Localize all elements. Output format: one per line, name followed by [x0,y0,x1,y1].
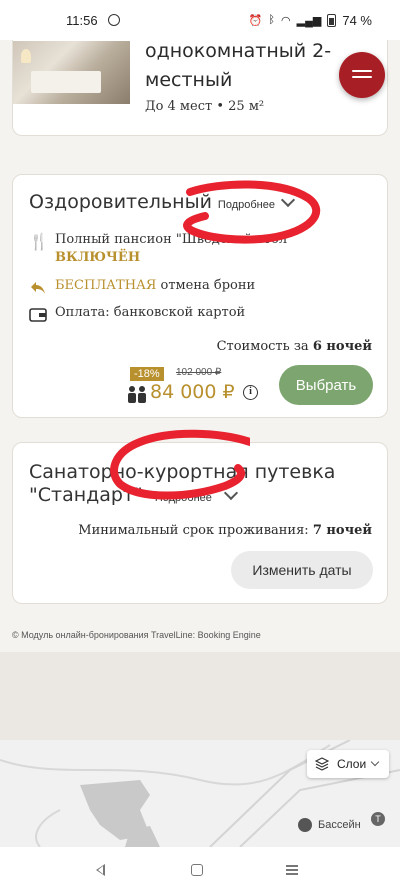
chevron-down-icon[interactable] [280,192,296,208]
tariff-name: Оздоровительный [29,191,212,213]
payment-text: Оплата: банковской картой [55,305,246,320]
status-bar: 11:56 ⏰ ᛒ ◠ ▂▄▆ 74 % [0,0,400,40]
bluetooth-icon: ᛒ [268,14,276,26]
cost-nights: 6 ночей [312,339,372,354]
meal-feature: 🍴 Полный пансион "Шведский стол" ВКЛЮЧЁН [29,231,329,267]
meal-text: Полный пансион "Шведский стол" [55,232,294,247]
battery-icon [327,13,337,27]
recents-line [286,865,298,867]
pool-label: Бассейн [318,819,361,831]
min-stay-label: Минимальный срок проживания: 7 ночей [78,523,372,538]
footer-credit: © Модуль онлайн-бронирования TravelLine:… [12,630,261,640]
map-widget[interactable]: Слои Бассейн T [0,740,400,847]
payment-feature: Оплата: банковской картой [29,304,245,322]
home-icon[interactable] [191,864,203,876]
tariff-card-wellness: Оздоровительный Подробнее 🍴 Полный панси… [12,174,388,418]
details-link-2[interactable]: Подробнее [155,492,212,504]
change-dates-button[interactable]: Изменить даты [231,551,373,589]
fork-knife-icon: 🍴 [29,232,49,251]
recents-line [286,869,298,871]
menu-line [352,70,372,72]
room-title: однокомнатный 2-местный [145,40,332,91]
cost-label: Стоимость за 6 ночей [217,339,372,354]
battery-level: 74 % [342,12,372,28]
wifi-icon: ◠ [281,14,291,27]
min-stay-nights: 7 ночей [312,523,372,538]
status-time: 11:56 [66,12,98,28]
layers-label: Слои [337,757,367,771]
tariff2-header: Санаторно-курортная путевка "Стандарт" П… [29,461,349,510]
trophy-marker-icon[interactable]: T [371,812,385,826]
menu-button[interactable] [339,52,385,98]
signal-icon: ▂▄▆ [296,14,322,27]
cancel-free: БЕСПЛАТНАЯ [55,278,157,293]
layers-button[interactable]: Слои [307,750,389,778]
alarm-icon: ⏰ [248,14,263,27]
status-icons: ⏰ ᛒ ◠ ▂▄▆ 74 % [249,13,372,28]
menu-line [352,76,372,78]
booking-content: однокомнатный 2-местный До 4 мест • 25 м… [0,40,400,652]
tariff-header: Оздоровительный Подробнее [29,191,296,213]
min-stay-prefix: Минимальный срок проживания: [78,523,313,538]
tariff-card-standard: Санаторно-курортная путевка "Стандарт" П… [12,442,388,604]
cost-prefix: Стоимость за [216,339,313,354]
system-nav-bar [0,847,400,893]
back-icon[interactable] [96,864,105,876]
room-photo[interactable] [13,41,130,104]
final-price: 84 000 ₽ [150,381,235,403]
cancel-rest: отмена брони [156,278,256,293]
undo-arrow-icon [31,282,45,294]
chevron-down-icon [370,757,380,767]
bed-shape [31,71,101,93]
wallet-icon [29,308,47,322]
guests-icon [128,386,146,403]
layers-icon [315,757,329,771]
recents-icon[interactable] [286,864,298,876]
room-card: однокомнатный 2-местный До 4 мест • 25 м… [12,40,388,136]
pool-marker-icon[interactable] [298,818,312,832]
info-icon[interactable]: i [243,385,258,400]
recents-line [286,873,298,875]
select-button[interactable]: Выбрать [279,365,373,405]
lamp-shape [21,49,31,63]
whatsapp-icon [107,14,120,26]
cancel-feature: БЕСПЛАТНАЯ отмена брони [29,277,255,295]
meal-included: ВКЛЮЧЁН [55,250,141,265]
details-link[interactable]: Подробнее [218,199,275,211]
chevron-down-icon[interactable] [223,485,239,501]
discount-badge: -18% [130,367,164,381]
map-spacer [0,652,400,740]
room-meta: До 4 мест • 25 м² [145,99,265,114]
old-price: 102 000 ₽ [176,367,222,378]
